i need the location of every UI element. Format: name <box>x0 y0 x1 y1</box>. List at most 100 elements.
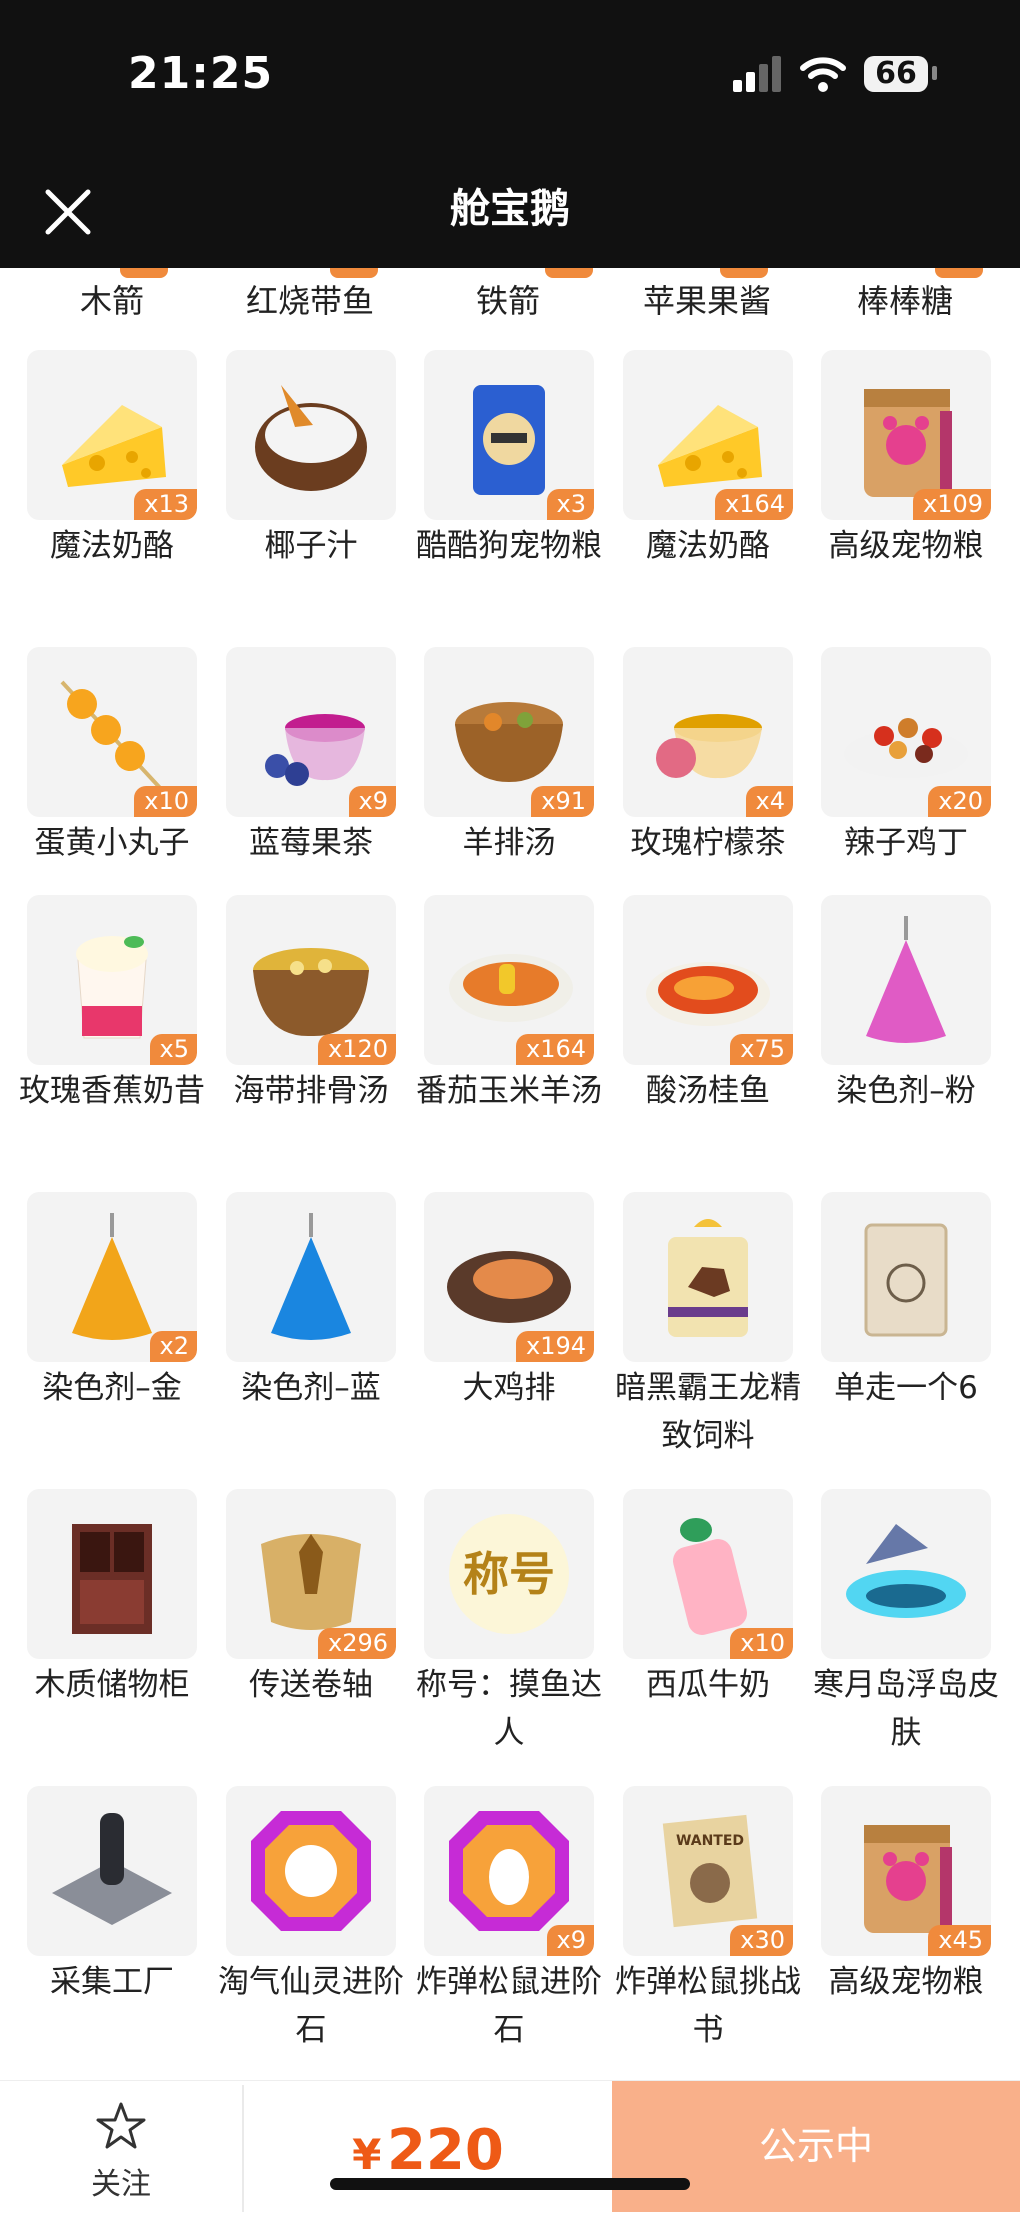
quantity-badge: x91 <box>531 786 594 817</box>
grid-item[interactable]: 染色剂–粉 <box>821 895 991 1115</box>
item-label: 炸弹松鼠进阶石 <box>416 1964 602 2048</box>
blueberry-tea-icon <box>265 714 365 786</box>
item-thumbnail[interactable]: x4 <box>623 647 793 817</box>
status-button[interactable]: 公示中 <box>612 2081 1020 2212</box>
grid-item[interactable]: WANTED x30 炸弹松鼠挑战书 <box>615 1786 801 2054</box>
grid-item[interactable]: x120 海带排骨汤 <box>226 895 396 1115</box>
grid-item[interactable]: x20 辣子鸡丁 <box>821 647 991 867</box>
item-label: 铁箭 <box>475 282 540 320</box>
follow-button[interactable]: 关注 <box>0 2081 242 2212</box>
dye-pink-icon <box>866 916 946 1043</box>
item-thumbnail[interactable]: x164 <box>424 895 594 1065</box>
quantity-badge: x109 <box>912 489 991 520</box>
grid-item[interactable]: x194 大鸡排 <box>424 1192 594 1412</box>
grid-item[interactable]: 椰子汁 <box>226 350 396 570</box>
soup-bowl-icon <box>455 702 563 782</box>
grid-item[interactable]: x164 番茄玉米羊汤 <box>416 895 602 1115</box>
item-label: 椰子汁 <box>264 528 358 564</box>
grid-item[interactable]: 称号 称号：摸鱼达人 <box>416 1489 602 1757</box>
item-thumbnail[interactable]: x5 <box>27 895 197 1065</box>
item-thumbnail[interactable]: x109 <box>821 350 991 520</box>
item-thumbnail[interactable]: x164 <box>623 350 793 520</box>
grid-item[interactable]: 暗黑霸王龙精致饲料 <box>615 1192 801 1460</box>
item-thumbnail[interactable] <box>226 350 396 520</box>
item-label: 炸弹松鼠挑战书 <box>615 1964 801 2048</box>
grid-item[interactable]: x75 酸汤桂鱼 <box>623 895 793 1115</box>
fish-soup-icon <box>646 962 770 1026</box>
item-thumbnail[interactable]: x296 <box>226 1489 396 1659</box>
item-thumbnail[interactable]: x20 <box>821 647 991 817</box>
grid-item[interactable]: x109 高级宠物粮 <box>821 350 991 570</box>
item-thumbnail[interactable] <box>623 1192 793 1362</box>
item-thumbnail[interactable] <box>226 1786 396 1956</box>
grid-item[interactable]: x10 蛋黄小丸子 <box>27 647 197 867</box>
gem-squirrel-icon <box>449 1811 569 1931</box>
grid-item[interactable]: x13 魔法奶酪 <box>27 350 197 570</box>
item-label: 称号：摸鱼达人 <box>416 1667 602 1751</box>
item-label: 淘气仙灵进阶石 <box>218 1964 404 2048</box>
grid-item[interactable]: x91 羊排汤 <box>424 647 594 867</box>
item-label: 单走一个6 <box>834 1370 978 1406</box>
nav-bar: 舱宝鹅 <box>0 150 1020 268</box>
item-thumbnail[interactable]: x9 <box>226 647 396 817</box>
quantity-badge: x296 <box>317 1628 396 1659</box>
grid-item[interactable]: x9 蓝莓果茶 <box>226 647 396 867</box>
item-thumbnail[interactable]: WANTED x30 <box>623 1786 793 1956</box>
item-label: 高级宠物粮 <box>828 1964 984 2000</box>
cheese-icon <box>62 405 166 487</box>
dog-food-bag-icon <box>473 385 545 495</box>
item-thumbnail[interactable]: x194 <box>424 1192 594 1362</box>
grid-item[interactable]: x2 染色剂–金 <box>27 1192 197 1412</box>
grid-item[interactable]: x45 高级宠物粮 <box>821 1786 991 2006</box>
grid-item[interactable]: 染色剂–蓝 <box>226 1192 396 1412</box>
grid-item[interactable]: x296 传送卷轴 <box>226 1489 396 1709</box>
battery-tip <box>932 66 937 80</box>
item-thumbnail[interactable]: x91 <box>424 647 594 817</box>
item-thumbnail[interactable]: x10 <box>623 1489 793 1659</box>
grid-item[interactable]: 木质储物柜 <box>27 1489 197 1709</box>
item-thumbnail[interactable]: x45 <box>821 1786 991 1956</box>
grid-item[interactable]: x5 玫瑰香蕉奶昔 <box>19 895 205 1115</box>
grid-item[interactable]: x10 西瓜牛奶 <box>623 1489 793 1709</box>
currency-symbol: ¥ <box>352 2130 382 2179</box>
item-label: 蛋黄小丸子 <box>34 825 190 861</box>
grid-item[interactable]: x164 魔法奶酪 <box>623 350 793 570</box>
grid-item[interactable]: x4 玫瑰柠檬茶 <box>623 647 793 867</box>
dino-food-bag-icon <box>668 1219 748 1337</box>
item-thumbnail[interactable]: x2 <box>27 1192 197 1362</box>
item-thumbnail[interactable] <box>821 1192 991 1362</box>
page-title: 舱宝鹅 <box>450 186 570 232</box>
grid-item[interactable]: x9 炸弹松鼠进阶石 <box>416 1786 602 2054</box>
grid-item[interactable]: 采集工厂 <box>27 1786 197 2006</box>
grid-item[interactable]: 寒月岛浮岛皮肤 <box>813 1489 999 1757</box>
gem-fairy-icon <box>251 1811 371 1931</box>
quantity-badge: x2 <box>149 1331 197 1362</box>
grid-item[interactable]: 淘气仙灵进阶石 <box>218 1786 404 2054</box>
wifi-icon <box>800 57 846 92</box>
grid-item[interactable]: 单走一个6 <box>821 1192 991 1412</box>
quantity-badge: x5 <box>149 1034 197 1065</box>
item-thumbnail[interactable] <box>821 1489 991 1659</box>
wanted-poster-icon: WANTED <box>662 1814 758 1928</box>
grid-item[interactable]: x3 酷酷狗宠物粮 <box>416 350 602 570</box>
item-thumbnail[interactable] <box>226 1192 396 1362</box>
item-label: 酷酷狗宠物粮 <box>416 528 602 564</box>
item-thumbnail[interactable]: 称号 <box>424 1489 594 1659</box>
item-thumbnail[interactable]: x9 <box>424 1786 594 1956</box>
status-bar: 21:25 66 <box>0 0 1020 150</box>
item-thumbnail[interactable]: x3 <box>424 350 594 520</box>
item-thumbnail[interactable]: x10 <box>27 647 197 817</box>
quantity-badge: x9 <box>348 786 396 817</box>
item-thumbnail[interactable] <box>821 895 991 1065</box>
rose-tea-icon <box>656 714 762 779</box>
item-thumbnail[interactable] <box>27 1786 197 1956</box>
bottom-bar: 关注 ¥ 220 公示中 <box>0 2080 1020 2212</box>
item-label: 海带排骨汤 <box>233 1073 389 1109</box>
item-label: 魔法奶酪 <box>50 528 174 564</box>
quantity-badge: x4 <box>745 786 793 817</box>
item-thumbnail[interactable]: x120 <box>226 895 396 1065</box>
item-thumbnail[interactable]: x75 <box>623 895 793 1065</box>
item-label: 高级宠物粮 <box>828 528 984 564</box>
item-thumbnail[interactable]: x13 <box>27 350 197 520</box>
item-thumbnail[interactable] <box>27 1489 197 1659</box>
